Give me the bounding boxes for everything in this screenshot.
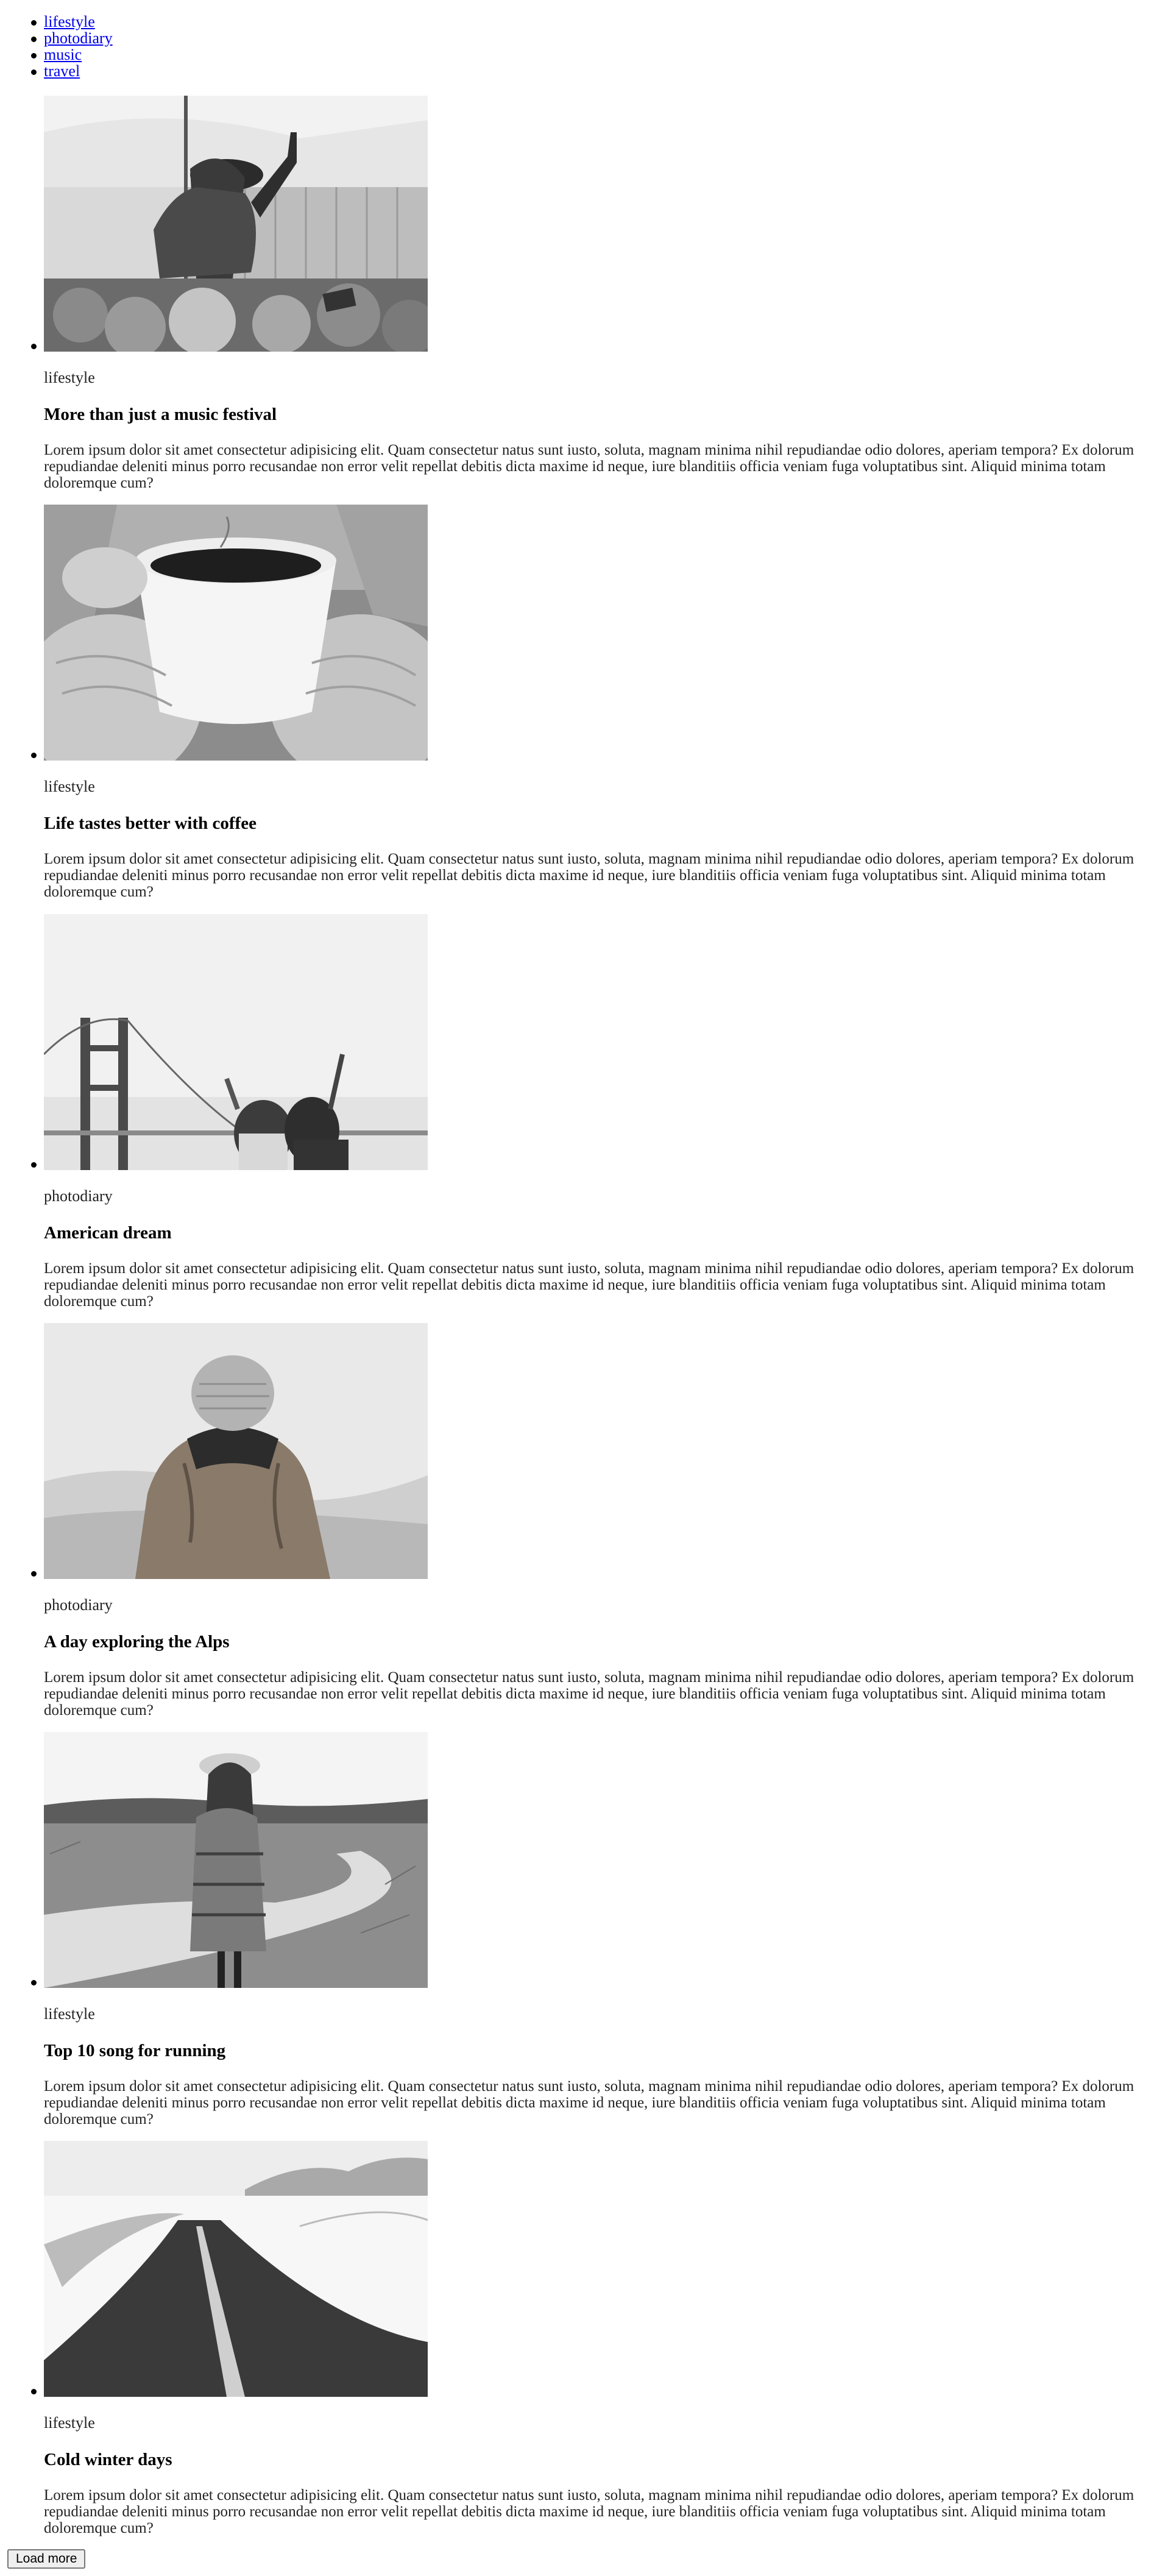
post-item: lifestyle Top 10 song for running Lorem … — [0, 1732, 1168, 2140]
post-title: More than just a music festival — [44, 405, 277, 424]
load-more-button[interactable]: Load more — [7, 2549, 86, 2569]
concert-photo-icon — [44, 96, 428, 352]
post-excerpt: Lorem ipsum dolor sit amet consectetur a… — [44, 2078, 1134, 2127]
post-category: photodiary — [44, 1596, 113, 1614]
post-excerpt: Lorem ipsum dolor sit amet consectetur a… — [44, 2487, 1134, 2536]
post-category: lifestyle — [44, 2414, 95, 2432]
post-excerpt: Lorem ipsum dolor sit amet consectetur a… — [44, 851, 1134, 900]
post-image-running[interactable] — [44, 1732, 428, 1988]
list-bullet — [31, 1162, 37, 1168]
post-title: American dream — [44, 1223, 172, 1243]
post-title: Top 10 song for running — [44, 2041, 226, 2060]
post-title: Life tastes better with coffee — [44, 814, 257, 833]
list-bullet — [31, 753, 37, 758]
list-bullet — [31, 1980, 37, 1985]
nav-item-lifestyle: lifestyle — [31, 13, 95, 30]
post-item: lifestyle Cold winter days Lorem ipsum d… — [0, 2141, 1168, 2549]
nav-link-music[interactable]: music — [44, 46, 82, 63]
post-category: lifestyle — [44, 778, 95, 795]
post-item: lifestyle More than just a music festiva… — [0, 96, 1168, 504]
list-bullet — [31, 344, 37, 349]
hiker-in-fog-photo-icon — [44, 1323, 428, 1579]
snowy-road-photo-icon — [44, 2141, 428, 2397]
post-title: A day exploring the Alps — [44, 1632, 230, 1652]
nav-link-lifestyle[interactable]: lifestyle — [44, 13, 95, 30]
woman-on-country-road-photo-icon — [44, 1732, 428, 1988]
nav-item-music: music — [30, 46, 82, 63]
post-item: photodiary American dream Lorem ipsum do… — [0, 914, 1168, 1322]
post-category: photodiary — [44, 1187, 113, 1205]
post-title: Cold winter days — [44, 2450, 172, 2469]
post-image-winter[interactable] — [44, 2141, 428, 2397]
post-category: lifestyle — [44, 2005, 95, 2023]
post-image-coffee[interactable] — [44, 505, 428, 761]
post-image-alps[interactable] — [44, 1323, 428, 1579]
golden-gate-bridge-photo-icon — [44, 914, 428, 1170]
post-image-bridge[interactable] — [44, 914, 428, 1170]
post-category: lifestyle — [44, 369, 95, 386]
nav-link-travel[interactable]: travel — [44, 62, 80, 80]
post-image-concert[interactable] — [44, 96, 428, 352]
coffee-cup-photo-icon — [44, 505, 428, 761]
post-excerpt: Lorem ipsum dolor sit amet consectetur a… — [44, 442, 1134, 491]
list-bullet — [31, 1571, 37, 1577]
nav-item-travel: travel — [30, 62, 80, 80]
nav-item-photodiary: photodiary — [31, 29, 113, 47]
nav-link-photodiary[interactable]: photodiary — [44, 29, 113, 47]
post-excerpt: Lorem ipsum dolor sit amet consectetur a… — [44, 1260, 1134, 1310]
list-bullet — [31, 2389, 37, 2394]
post-item: lifestyle Life tastes better with coffee… — [0, 505, 1168, 913]
post-excerpt: Lorem ipsum dolor sit amet consectetur a… — [44, 1669, 1134, 1719]
post-item: photodiary A day exploring the Alps Lore… — [0, 1323, 1168, 1731]
